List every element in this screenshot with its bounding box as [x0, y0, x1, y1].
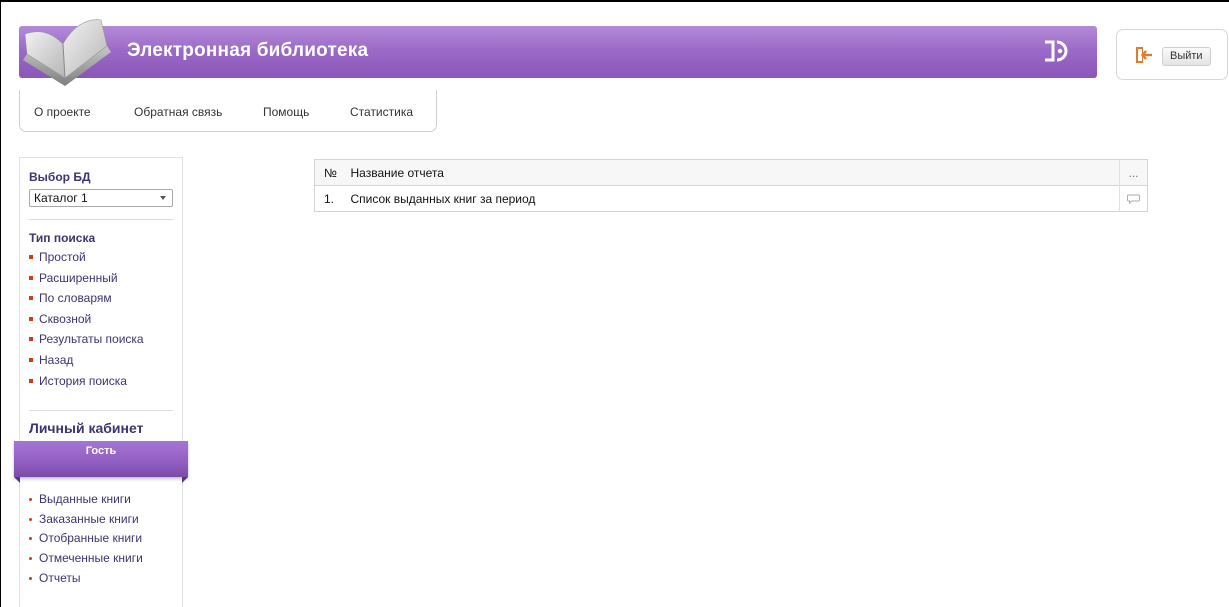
search-type-list: Простой Расширенный По словарям Сквозной…	[29, 247, 144, 391]
sidebar: Выбор БД Каталог 1 Тип поиска Простой Ра…	[14, 157, 188, 607]
site-title: Электронная библиотека	[127, 40, 369, 61]
bullet-icon	[29, 378, 33, 383]
search-type-label: Назад	[39, 352, 74, 367]
cabinet-item-label: Выданные книги	[39, 492, 131, 506]
bullet-icon	[29, 517, 32, 521]
bullet-icon	[29, 557, 32, 561]
cabinet-issued-books[interactable]: Выданные книги	[29, 490, 143, 510]
bullet-icon	[29, 296, 33, 301]
nav-feedback[interactable]: Обратная связь	[134, 105, 222, 119]
reports-table: № Название отчета ... 1. Список выданных…	[314, 159, 1148, 212]
search-type-history[interactable]: История поиска	[29, 371, 144, 392]
bullet-icon	[29, 275, 33, 280]
search-type-label: Результаты поиска	[39, 332, 144, 347]
column-header-name: Название отчета	[350, 165, 444, 180]
row-num: 1.	[324, 191, 335, 206]
divider	[29, 410, 173, 411]
bullet-icon	[29, 498, 32, 501]
column-header-num: №	[324, 165, 337, 180]
search-type-label: Расширенный	[39, 270, 118, 285]
logout-panel: Выйти	[1116, 29, 1228, 80]
bullet-icon	[29, 316, 33, 321]
db-select-heading: Выбор БД	[29, 170, 91, 184]
bullet-icon	[29, 576, 32, 580]
cabinet-selected-books[interactable]: Отобранные книги	[29, 529, 143, 549]
table-row[interactable]: 1. Список выданных книг за период	[315, 185, 1148, 212]
banner-fold	[182, 477, 188, 483]
db-select-value: Каталог 1	[34, 191, 88, 205]
cabinet-item-label: Заказанные книги	[39, 511, 139, 526]
cabinet-reports[interactable]: Отчеты	[29, 569, 143, 589]
cabinet-ordered-books[interactable]: Заказанные книги	[29, 510, 143, 530]
search-type-label: По словарям	[39, 291, 112, 306]
cabinet-list: Выданные книги Заказанные книги Отобранн…	[29, 490, 143, 588]
db-select[interactable]: Каталог 1	[29, 189, 173, 207]
nav-statistics[interactable]: Статистика	[350, 105, 413, 119]
book-logo-icon	[23, 19, 111, 86]
cabinet-item-label: Отобранные книги	[39, 531, 143, 546]
search-type-dictionaries[interactable]: По словарям	[29, 288, 144, 309]
logout-icon[interactable]	[1135, 46, 1153, 64]
bullet-icon	[29, 357, 33, 362]
cabinet-marked-books[interactable]: Отмеченные книги	[29, 549, 143, 569]
nav-help[interactable]: Помощь	[263, 105, 309, 119]
cabinet-item-label: Отмеченные книги	[39, 551, 143, 566]
bullet-icon	[29, 537, 32, 541]
search-type-label: Сквозной	[39, 311, 92, 326]
cabinet-heading: Личный кабинет	[29, 420, 144, 436]
row-comment-cell[interactable]	[1119, 185, 1148, 212]
search-type-simple[interactable]: Простой	[29, 247, 144, 268]
search-type-back[interactable]: Назад	[29, 350, 144, 371]
user-banner: Гость	[14, 441, 188, 477]
search-type-crosssearch[interactable]: Сквозной	[29, 309, 144, 330]
search-type-label: История поиска	[39, 373, 127, 388]
bullet-icon	[29, 255, 33, 259]
user-name: Гость	[85, 445, 117, 457]
search-type-label: Простой	[39, 250, 86, 264]
dropdown-arrow-icon	[160, 196, 166, 200]
divider	[29, 219, 173, 220]
column-header-more[interactable]: ...	[1119, 159, 1148, 186]
bullet-icon	[29, 337, 33, 342]
cabinet-item-label: Отчеты	[39, 570, 81, 585]
search-type-heading: Тип поиска	[29, 231, 96, 245]
brand-mark-icon	[1045, 40, 1068, 62]
nav-about[interactable]: О проекте	[34, 105, 91, 119]
logout-button[interactable]: Выйти	[1162, 47, 1211, 66]
table-header-row: № Название отчета ...	[314, 159, 1148, 186]
top-nav: О проекте Обратная связь Помощь Статисти…	[19, 90, 437, 132]
comment-icon[interactable]	[1127, 194, 1140, 205]
banner-fold	[14, 477, 20, 483]
report-name-link[interactable]: Список выданных книг за период	[342, 186, 1120, 212]
search-type-results[interactable]: Результаты поиска	[29, 329, 144, 350]
search-type-advanced[interactable]: Расширенный	[29, 268, 144, 289]
